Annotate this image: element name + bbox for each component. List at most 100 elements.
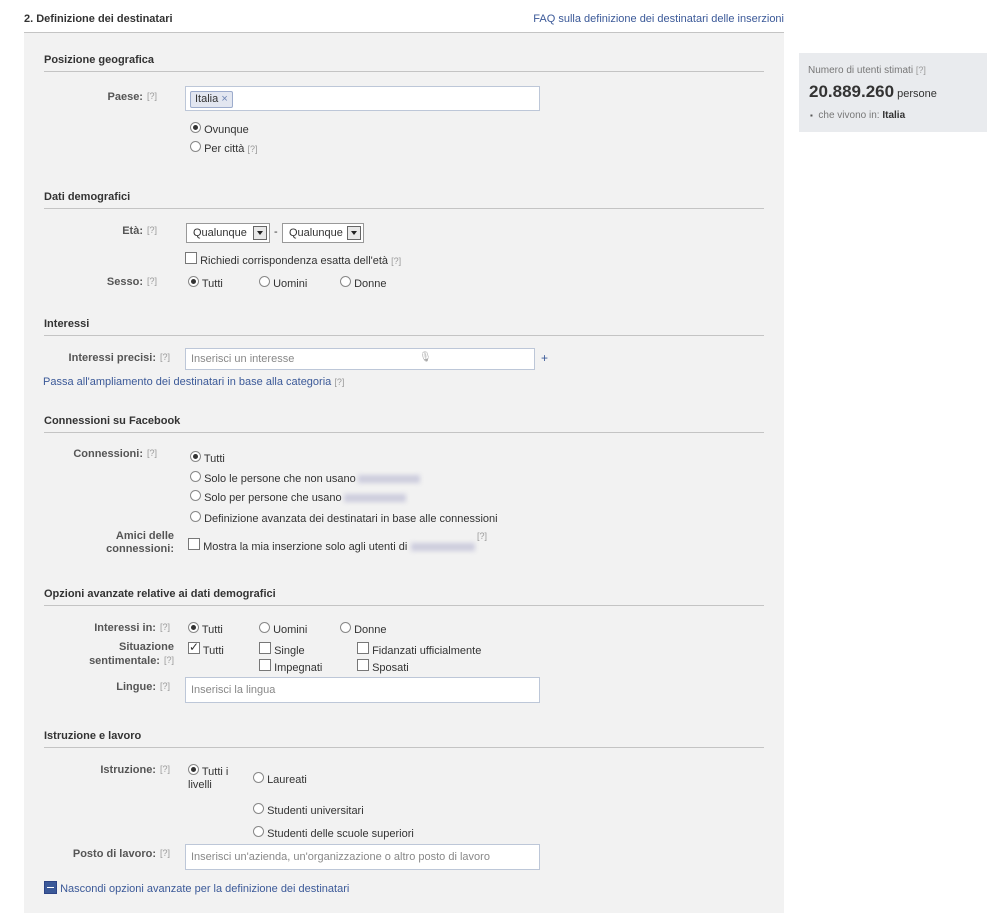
int-all-indicator[interactable] xyxy=(188,622,199,633)
rel-single-checkbox[interactable]: Single xyxy=(259,642,305,657)
country-input[interactable]: Italia × xyxy=(185,86,540,111)
redacted-name xyxy=(357,475,420,484)
conn-users-indicator[interactable] xyxy=(190,490,201,501)
help-icon[interactable]: [?] xyxy=(334,377,344,387)
edu-highschool-indicator[interactable] xyxy=(253,826,264,837)
advanced-divider xyxy=(44,605,764,606)
edu-college-radio[interactable]: Studenti universitari xyxy=(253,803,364,817)
hide-advanced-row[interactable]: Nascondi opzioni avanzate per la definiz… xyxy=(44,881,349,895)
estimate-title: Numero di utenti stimati [?] xyxy=(808,65,926,76)
geo-divider xyxy=(44,71,764,72)
conn-all-indicator[interactable] xyxy=(190,451,201,462)
geo-section-title: Posizione geografica xyxy=(44,54,155,66)
rel-committed-checkbox-box[interactable] xyxy=(259,659,271,671)
help-icon[interactable]: [?] xyxy=(391,256,401,266)
section-title: 2. Definizione dei destinatari xyxy=(24,13,173,25)
edu-grad-indicator[interactable] xyxy=(253,772,264,783)
estimate-location-row: ▪ che vivono in: Italia xyxy=(810,110,906,121)
hide-advanced-link[interactable]: Nascondi opzioni avanzate per la definiz… xyxy=(60,883,349,895)
int-men-radio[interactable]: Uomini xyxy=(259,622,307,636)
conn-not-users-indicator[interactable] xyxy=(190,471,201,482)
edu-all-indicator[interactable] xyxy=(188,764,199,775)
conn-advanced-indicator[interactable] xyxy=(190,511,201,522)
int-men-indicator[interactable] xyxy=(259,622,270,633)
collapse-minus-icon[interactable] xyxy=(44,881,57,894)
exact-age-checkbox-box[interactable] xyxy=(185,252,197,264)
language-input[interactable]: Inserisci la lingua xyxy=(185,677,540,703)
bullet-icon: ▪ xyxy=(810,111,813,120)
interests-section-title: Interessi xyxy=(44,318,90,330)
interested-in-label: Interessi in: [?] xyxy=(94,622,170,634)
sex-all-radio[interactable]: Tutti xyxy=(188,276,223,290)
age-label: Età: [?] xyxy=(122,225,157,237)
radio-by-city[interactable]: Per città [?] xyxy=(190,141,258,155)
estimate-count-row: 20.889.260 persone xyxy=(809,82,937,102)
redacted-name xyxy=(343,494,406,503)
country-label: Paese: [?] xyxy=(107,91,158,103)
estimate-count: 20.889.260 xyxy=(809,82,895,101)
radio-by-city-indicator[interactable] xyxy=(190,141,201,152)
rel-single-checkbox-box[interactable] xyxy=(259,642,271,654)
country-token: Italia × xyxy=(190,91,233,108)
rel-all-checkbox-box[interactable] xyxy=(188,640,200,654)
radio-anywhere-indicator[interactable] xyxy=(190,122,201,133)
broad-category-row: Passa all'ampliamento dei destinatari in… xyxy=(43,376,344,388)
interest-input[interactable]: Inserisci un interesse 🎙 xyxy=(185,348,535,370)
estimate-country: Italia xyxy=(882,110,906,121)
targeting-panel: Posizione geografica Paese: [?] Italia × … xyxy=(24,33,784,913)
estimate-unit: persone xyxy=(897,88,937,100)
conn-not-users-radio[interactable]: Solo le persone che non usano xyxy=(190,471,420,485)
sex-women-radio[interactable]: Donne xyxy=(340,276,386,290)
remove-token-icon[interactable]: × xyxy=(221,93,227,105)
languages-label: Lingue: [?] xyxy=(116,681,170,693)
exact-age-checkbox[interactable]: Richiedi corrispondenza esatta dell'età … xyxy=(185,252,401,267)
broad-category-link[interactable]: Passa all'ampliamento dei destinatari in… xyxy=(43,376,331,388)
sex-all-indicator[interactable] xyxy=(188,276,199,287)
help-icon[interactable]: [?] xyxy=(247,144,257,154)
conn-all-radio[interactable]: Tutti xyxy=(190,451,225,465)
edu-grad-radio[interactable]: Laureati xyxy=(253,772,307,786)
interests-divider xyxy=(44,335,764,336)
dropdown-arrow-icon xyxy=(253,226,267,240)
edu-all-radio[interactable]: Tutti i livelli xyxy=(188,764,228,792)
age-max-select[interactable]: Qualunque xyxy=(282,223,364,243)
conn-users-radio[interactable]: Solo per persone che usano xyxy=(190,490,406,504)
sex-men-radio[interactable]: Uomini xyxy=(259,276,307,290)
education-section-title: Istruzione e lavoro xyxy=(44,730,142,742)
edu-college-indicator[interactable] xyxy=(253,803,264,814)
connections-label: Connessioni: [?] xyxy=(73,448,157,460)
int-all-radio[interactable]: Tutti xyxy=(188,622,223,636)
faq-link[interactable]: FAQ sulla definizione dei destinatari de… xyxy=(533,13,784,25)
int-women-radio[interactable]: Donne xyxy=(340,622,386,636)
rel-engaged-checkbox[interactable]: Fidanzati ufficialmente xyxy=(357,642,481,657)
workplace-input[interactable]: Inserisci un'azienda, un'organizzazione … xyxy=(185,844,540,870)
age-min-select[interactable]: Qualunque xyxy=(186,223,270,243)
rel-committed-checkbox[interactable]: Impegnati xyxy=(259,659,322,674)
sex-men-indicator[interactable] xyxy=(259,276,270,287)
sex-women-indicator[interactable] xyxy=(340,276,351,287)
redacted-name xyxy=(411,543,476,552)
rel-married-checkbox-box[interactable] xyxy=(357,659,369,671)
add-interest-icon[interactable]: + xyxy=(541,351,548,365)
connections-section-title: Connessioni su Facebook xyxy=(44,415,181,427)
connections-divider xyxy=(44,432,764,433)
rel-married-checkbox[interactable]: Sposati xyxy=(357,659,409,674)
edu-highschool-radio[interactable]: Studenti delle scuole superiori xyxy=(253,826,414,840)
help-icon[interactable]: [?] xyxy=(477,531,487,541)
help-icon[interactable]: [?] xyxy=(916,65,926,75)
advanced-section-title: Opzioni avanzate relative ai dati demogr… xyxy=(44,588,276,600)
relationship-label: Situazione sentimentale: [?] xyxy=(89,641,174,667)
friends-only-checkbox[interactable]: Mostra la mia inserzione solo agli utent… xyxy=(188,538,476,553)
friends-only-checkbox-box[interactable] xyxy=(188,538,200,550)
rel-all-checkbox[interactable]: Tutti xyxy=(188,640,224,657)
conn-advanced-radio[interactable]: Definizione avanzata dei destinatari in … xyxy=(190,511,498,525)
demo-section-title: Dati demografici xyxy=(44,191,131,203)
rel-engaged-checkbox-box[interactable] xyxy=(357,642,369,654)
audience-estimate-box: Numero di utenti stimati [?] 20.889.260 … xyxy=(799,53,987,132)
dropdown-arrow-icon xyxy=(347,226,361,240)
radio-anywhere[interactable]: Ovunque xyxy=(190,122,249,136)
int-women-indicator[interactable] xyxy=(340,622,351,633)
demo-divider xyxy=(44,208,764,209)
microphone-icon[interactable]: 🎙 xyxy=(419,352,432,363)
education-label: Istruzione: [?] xyxy=(100,764,170,776)
